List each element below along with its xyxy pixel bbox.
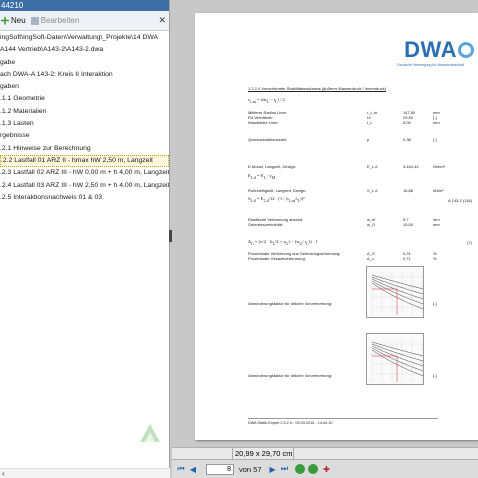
edit-button-label: Bearbeiten bbox=[40, 16, 80, 25]
reduction-factor-chart-1 bbox=[366, 266, 424, 318]
reduction-factor-chart-2 bbox=[366, 333, 424, 385]
document-tree: ingSoft\IngSoft-Daten\Verwaltung\_Projek… bbox=[0, 31, 169, 204]
row-label: Querkontraktionszahl: bbox=[248, 137, 287, 142]
tree-item[interactable]: rgebnisse bbox=[0, 130, 169, 142]
row-unit: N/mm² bbox=[433, 164, 445, 169]
row-value: 5,00 bbox=[403, 120, 411, 125]
last-page-icon[interactable]: ⏭ bbox=[280, 464, 290, 474]
row-unit: mm bbox=[433, 120, 440, 125]
row-symbol: μ bbox=[367, 137, 370, 142]
forward-icon[interactable] bbox=[307, 464, 318, 474]
equation-reference: (7) bbox=[467, 240, 472, 245]
row-label: Gelenkeszentrizität: bbox=[248, 222, 284, 227]
row-label: E-Modul, Langzeit, Design: bbox=[248, 164, 297, 169]
tree-toolbar: Neu Bearbeiten ✕ bbox=[0, 11, 169, 31]
row-value: 0,71 bbox=[403, 256, 411, 261]
new-icon bbox=[1, 16, 9, 25]
tree-item[interactable]: .1.2 Materialien bbox=[0, 106, 169, 118]
window-title: 44210 bbox=[0, 0, 169, 11]
tree-item[interactable]: ach DWA-A 143-2: Kreis II Interaktion bbox=[0, 69, 169, 81]
tree-item[interactable]: gaben bbox=[0, 81, 169, 93]
row-label: Prozentuale Gesamtverformung: bbox=[248, 256, 306, 261]
zoom-icon[interactable]: ✚ bbox=[322, 464, 332, 474]
logo-subtitle: Deutsche Vereinigung für Wasserwirtschaf… bbox=[397, 63, 464, 67]
row-unit: [-] bbox=[433, 137, 437, 142]
status-bar: 20,99 x 29,70 cm bbox=[172, 447, 478, 459]
navigation-panel: 44210 Neu Bearbeiten ✕ ingSoft\IngSoft-D… bbox=[0, 0, 170, 478]
formula-radius: rL,m = (daL − tL) / 2 bbox=[248, 97, 285, 104]
page-number-input[interactable] bbox=[206, 463, 234, 475]
row-label: Abminderungsfaktor für örtliche Vorverfo… bbox=[248, 373, 333, 378]
row-symbol: E_L,d bbox=[367, 164, 378, 169]
row-label: Wanddicke Liner: bbox=[248, 120, 279, 125]
tree-item[interactable]: .2.5 Interaktionsnachweis 01 & 03 bbox=[0, 192, 169, 204]
tree-item[interactable]: gabe bbox=[0, 57, 169, 69]
page-footer: DWA Statik-Expert 2.5.2.0 - 09.03.2016 -… bbox=[248, 421, 333, 425]
page-size-readout: 20,99 x 29,70 cm bbox=[232, 448, 294, 459]
row-value: 16,86 bbox=[403, 188, 414, 193]
reference-label: A 143-2 (116) bbox=[448, 198, 472, 203]
panel-scroll-left[interactable]: ‹ bbox=[0, 468, 170, 478]
tree-item[interactable]: ingSoft\IngSoft-Daten\Verwaltung\_Projek… bbox=[0, 32, 169, 44]
dwa-logo: DWA bbox=[404, 37, 474, 63]
row-unit: % bbox=[433, 256, 437, 261]
row-unit: kN/m² bbox=[433, 188, 444, 193]
previous-page-icon[interactable]: ◀ bbox=[188, 464, 198, 474]
row-unit: [-] bbox=[433, 301, 437, 306]
formula-deformation: ΔG = (π/2 · (tL/2 + aG) − (wG/ rL)) · 1 bbox=[248, 239, 318, 246]
formula-elastic: EL,d = EL / γM bbox=[248, 173, 276, 180]
application: 44210 Neu Bearbeiten ✕ ingSoft\IngSoft-D… bbox=[0, 0, 478, 478]
tree-item[interactable]: .2.1 Hinweise zur Berechnung bbox=[0, 143, 169, 155]
tree-item[interactable]: A144 Vertrieb\A143-2\A143-2.dwa bbox=[0, 44, 169, 56]
close-panel-icon[interactable]: ✕ bbox=[158, 15, 166, 26]
footer-rule bbox=[248, 418, 438, 419]
back-icon[interactable] bbox=[294, 464, 305, 474]
section-title: 1.2.2.4 Vorverformter Stabilitätsnachwei… bbox=[248, 86, 386, 91]
row-value: 4.444,44 bbox=[403, 164, 419, 169]
new-button[interactable]: Neu bbox=[1, 16, 26, 25]
next-page-icon[interactable]: ▶ bbox=[268, 464, 278, 474]
new-button-label: Neu bbox=[11, 16, 26, 25]
row-value: 10,00 bbox=[403, 222, 414, 227]
edit-icon bbox=[30, 16, 39, 25]
row-symbol: S_L,d bbox=[367, 188, 378, 193]
tree-item[interactable]: .1.1 Geometrie bbox=[0, 93, 169, 105]
logo-watermark-icon bbox=[140, 424, 160, 442]
tree-item[interactable]: .2.2 Lastfall 01 ARZ II - hmax hW 2,50 m… bbox=[0, 154, 169, 168]
page-count-label: von 57 bbox=[239, 464, 262, 474]
row-symbol: w_G bbox=[367, 222, 376, 227]
row-symbol: Δ_v bbox=[367, 256, 374, 261]
edit-button[interactable]: Bearbeiten bbox=[30, 16, 80, 25]
tree-item[interactable]: .2.4 Lastfall 03 ARZ III - hW 2,50 m + h… bbox=[0, 180, 169, 192]
row-unit: [-] bbox=[433, 373, 437, 378]
tree-item[interactable]: .1.3 Lasten bbox=[0, 118, 169, 130]
row-symbol: t_L bbox=[367, 120, 373, 125]
first-page-icon[interactable]: ⏮ bbox=[176, 464, 186, 474]
row-value: 0,38 bbox=[403, 137, 411, 142]
formula-stiffness: SL,d = EL,d/12 · (1 / (rL,m/tL))³ bbox=[248, 196, 305, 203]
row-label: Abminderungsfaktor für örtliche Vorverfo… bbox=[248, 301, 333, 306]
document-page: DWA Deutsche Vereinigung für Wasserwirts… bbox=[195, 13, 478, 440]
row-unit: mm bbox=[433, 222, 440, 227]
tree-item[interactable]: .2.3 Lastfall 02 ARZ III - hW 0,00 m + h… bbox=[0, 167, 169, 179]
row-label: Rohrsteifigkeit, Langzeit, Design: bbox=[248, 188, 307, 193]
page-navigation: ⏮ ◀ von 57 ▶ ⏭ ✚ bbox=[172, 459, 478, 478]
document-viewer: DWA Deutsche Vereinigung für Wasserwirts… bbox=[172, 0, 478, 478]
